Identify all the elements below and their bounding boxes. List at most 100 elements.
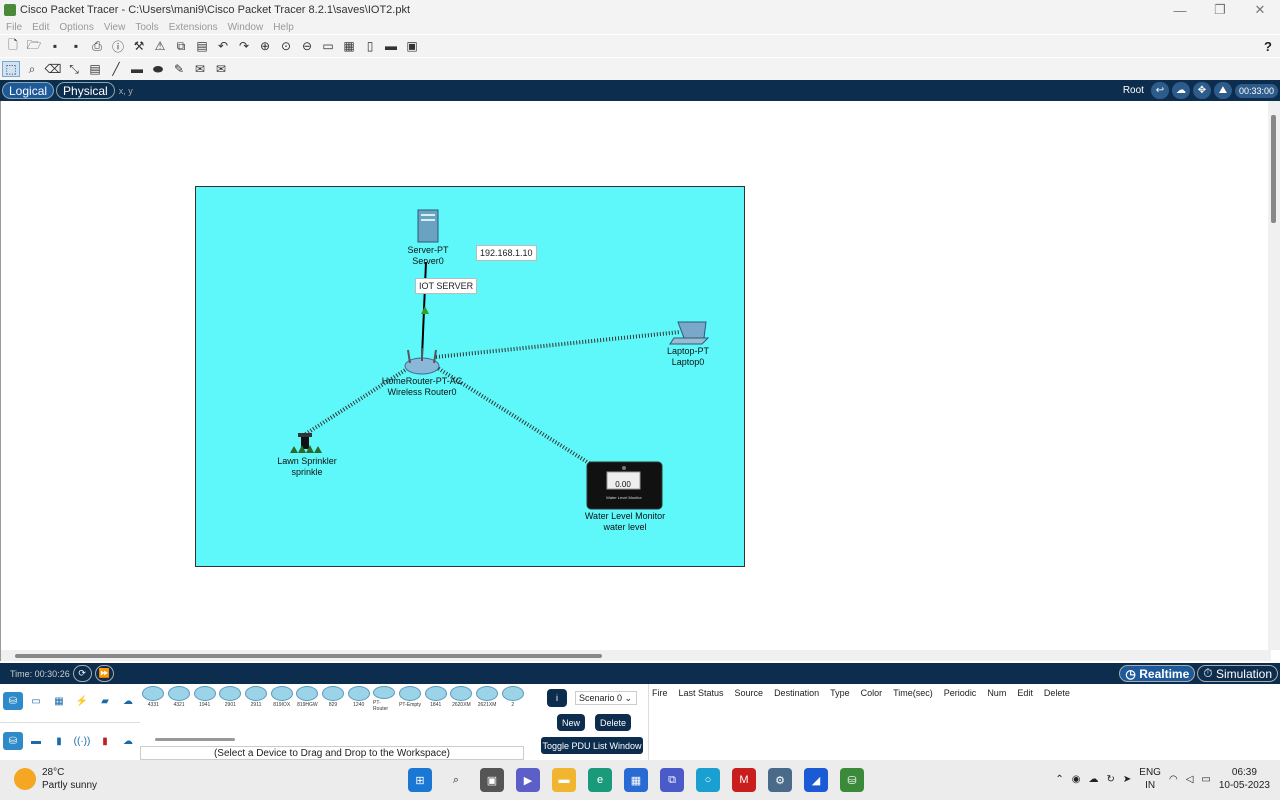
print-icon[interactable]: ⎙ [88,38,106,54]
model-item[interactable]: 819HGW [296,686,319,712]
model-item[interactable]: 819IOX [270,686,293,712]
model-item[interactable]: 1941 [193,686,216,712]
network-devices-icon[interactable]: ⛁ [3,692,23,710]
wireless-router-icon[interactable] [404,348,440,375]
tab-physical[interactable]: Physical [56,82,115,99]
vertical-scroll-thumb[interactable] [1271,115,1276,223]
chevron-up-icon[interactable]: ⌃ [1055,774,1063,785]
zoom-out-icon[interactable]: ⊖ [298,38,316,54]
undo-icon[interactable]: ↶ [214,38,232,54]
delete-icon[interactable]: ⌫ [44,61,62,77]
zoom-reset-icon[interactable]: ⊙ [277,38,295,54]
wizard-icon[interactable]: ⚒ [130,38,148,54]
model-item[interactable]: 2901 [219,686,242,712]
copy-icon[interactable]: ⧉ [172,38,190,54]
rectangle-icon[interactable]: ▬ [128,61,146,77]
model-item[interactable]: 2620XM [450,686,473,712]
help-icon[interactable]: ? [1264,39,1272,54]
store-icon[interactable]: ▦ [624,768,648,792]
realtime-mode-button[interactable]: ◷ Realtime [1119,665,1196,682]
onedrive-icon[interactable]: ☁ [1089,774,1099,785]
drawing-palette-icon[interactable]: ▭ [319,38,337,54]
packet-tracer-taskbar-icon[interactable]: ⛁ [840,768,864,792]
cloud-icon[interactable]: ☁ [1171,82,1190,99]
wan-emulation-icon[interactable]: ☁ [118,732,138,750]
resize-shape-icon[interactable]: ⤡ [65,61,83,77]
mcafee-icon[interactable]: M [732,768,756,792]
environment-icon[interactable]: ⛰ [1213,82,1232,99]
routers-icon[interactable]: ⛁ [3,732,23,750]
components-icon[interactable]: ▦ [49,692,69,710]
paste-icon[interactable]: ▤ [193,38,211,54]
location-icon[interactable]: ➤ [1123,774,1131,785]
volume-icon[interactable]: ◁ [1186,774,1194,785]
model-item[interactable]: PT-Empty [399,686,422,712]
menu-file[interactable]: File [6,22,22,33]
inspect-icon[interactable]: ⌕ [23,61,41,77]
vscode-icon[interactable]: ⧉ [660,768,684,792]
save-icon[interactable]: ▪ [46,38,64,54]
add-simple-pdu-icon[interactable]: ✉ [191,61,209,77]
teams-icon[interactable]: ▶ [516,768,540,792]
model-item[interactable]: 2911 [245,686,268,712]
model-item[interactable]: PT-Router [373,686,396,712]
back-icon[interactable]: ↩ [1150,82,1169,99]
power-cycle-devices-icon[interactable]: ⟳ [72,665,92,682]
model-list-scrollbar[interactable] [155,738,235,741]
end-devices-icon[interactable]: ▭ [26,692,46,710]
model-item[interactable]: 1240 [347,686,370,712]
settings-icon[interactable]: ⚙ [768,768,792,792]
menu-view[interactable]: View [104,22,126,33]
tab-logical[interactable]: Logical [2,82,55,99]
language-indicator[interactable]: ENG IN [1139,766,1161,792]
cortana-icon[interactable]: ○ [696,768,720,792]
ellipse-icon[interactable]: ⬬ [149,61,167,77]
horizontal-scroll-thumb[interactable] [15,654,602,658]
wifi-icon[interactable]: ◠ [1169,774,1178,785]
custom-devices-icon[interactable]: ▦ [340,38,358,54]
workspace-vertical-scrollbar[interactable] [1268,101,1280,650]
delete-scenario-button[interactable]: Delete [595,714,632,731]
image-icon[interactable]: ▣ [403,38,421,54]
zoom-in-icon[interactable]: ⊕ [256,38,274,54]
menu-options[interactable]: Options [59,22,93,33]
hubs-icon[interactable]: ▮ [49,732,69,750]
menu-help[interactable]: Help [273,22,294,33]
cluster-area[interactable]: 0.00 Water Level Monitor Server-PT Serve… [195,186,745,567]
miscellaneous-icon[interactable]: ▰ [95,692,115,710]
file-explorer-icon[interactable]: ▬ [552,768,576,792]
save-as-icon[interactable]: ▪ [67,38,85,54]
restore-button[interactable]: ❐ [1200,0,1240,20]
model-item[interactable]: 2 [501,686,524,712]
model-item[interactable]: 829 [322,686,345,712]
minimize-button[interactable]: — [1160,0,1200,20]
note-icon[interactable]: ▤ [86,61,104,77]
close-button[interactable]: ✕ [1240,0,1280,20]
new-file-icon[interactable]: 🗋 [4,38,22,54]
edge-icon[interactable]: e [588,768,612,792]
fast-forward-time-icon[interactable]: ⏩ [94,665,114,682]
model-item[interactable]: 4331 [142,686,165,712]
model-item[interactable]: 1841 [424,686,447,712]
edge-tray-icon[interactable]: ◉ [1072,774,1081,785]
menu-edit[interactable]: Edit [32,22,49,33]
lawn-sprinkler-icon[interactable] [290,433,322,453]
logical-workspace[interactable]: 0.00 Water Level Monitor Server-PT Serve… [0,101,1280,661]
line-icon[interactable]: ╱ [107,61,125,77]
start-icon[interactable]: ⊞ [408,768,432,792]
iot-server-note[interactable]: IOT SERVER [415,278,478,294]
toggle-pdu-list-button[interactable]: Toggle PDU List Window [541,737,643,754]
add-complex-pdu-icon[interactable]: ✉ [212,61,230,77]
new-scenario-button[interactable]: New [557,714,586,731]
model-item[interactable]: 4321 [168,686,191,712]
simulation-mode-button[interactable]: ⏱ Simulation [1197,665,1278,682]
info-icon[interactable]: ⓘ [109,38,127,54]
sync-icon[interactable]: ↻ [1107,774,1115,785]
cluster-icon[interactable]: ▬ [382,38,400,54]
redo-icon[interactable]: ↷ [235,38,253,54]
menu-extensions[interactable]: Extensions [169,22,218,33]
app-icon[interactable]: ◢ [804,768,828,792]
battery-icon[interactable]: ▭ [1201,774,1210,785]
connections-icon[interactable]: ⚡ [72,692,92,710]
task-view-icon[interactable]: ▣ [480,768,504,792]
